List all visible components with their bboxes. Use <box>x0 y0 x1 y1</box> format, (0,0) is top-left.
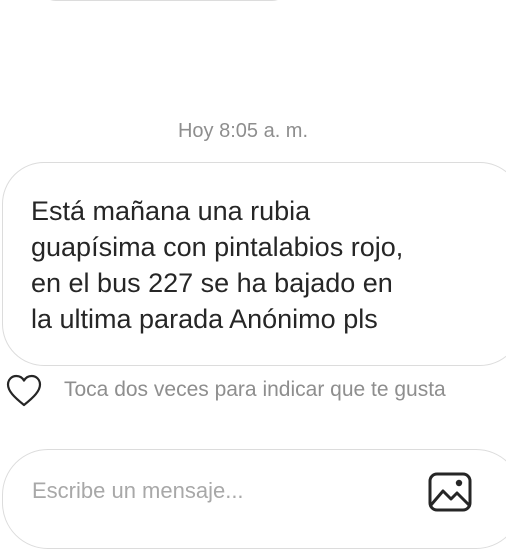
like-hint-text: Toca dos veces para indicar que te gusta <box>64 378 446 401</box>
heart-icon[interactable] <box>6 374 42 408</box>
message-timestamp: Hoy 8:05 a. m. <box>177 120 309 142</box>
like-row: Toca dos veces para indicar que te gusta <box>0 372 506 412</box>
message-input[interactable] <box>32 478 402 504</box>
previous-message-bubble <box>38 0 290 1</box>
image-icon[interactable] <box>428 472 472 512</box>
message-text: Está mañana una rubia guapísima con pint… <box>31 196 404 334</box>
